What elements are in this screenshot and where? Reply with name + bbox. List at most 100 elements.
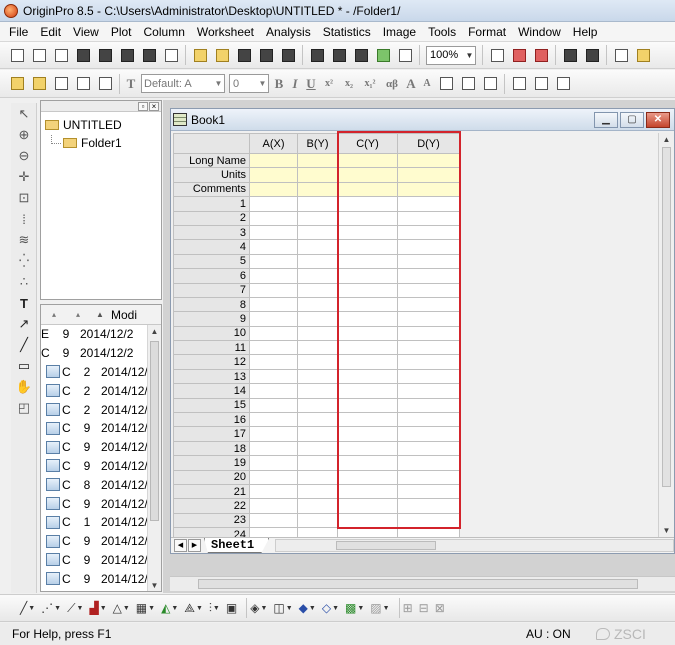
data-cell[interactable] [249, 340, 298, 356]
label-cell[interactable] [397, 181, 460, 198]
font-size-select[interactable]: 0 ▼ [229, 74, 269, 93]
data-cell[interactable] [337, 224, 398, 241]
merge-icon[interactable] [74, 75, 92, 93]
corner-cell[interactable] [173, 133, 250, 154]
data-cell[interactable] [297, 412, 338, 428]
data-cell[interactable] [249, 196, 298, 212]
row-header[interactable]: 2 [173, 210, 250, 226]
data-cell[interactable] [249, 512, 298, 529]
menu-edit[interactable]: Edit [34, 22, 67, 42]
data-cell[interactable] [249, 412, 298, 428]
data-cell[interactable] [337, 253, 398, 270]
data-cell[interactable] [297, 397, 338, 414]
data-cell[interactable] [397, 469, 460, 485]
row-header[interactable]: Comments [173, 181, 250, 198]
list-item[interactable]: C 2 2014/12/2 [41, 363, 161, 382]
data-cell[interactable] [397, 412, 460, 428]
menu-worksheet[interactable]: Worksheet [191, 22, 260, 42]
row-header[interactable]: Long Name [173, 152, 250, 169]
data-cell[interactable] [397, 483, 460, 500]
paint-icon[interactable] [30, 75, 48, 93]
scroll-thumb[interactable] [662, 147, 671, 487]
data-cell[interactable] [297, 268, 338, 284]
3d-surface-icon[interactable]: ◈ ▼ [250, 599, 267, 617]
sort-icon[interactable]: ▴ [67, 310, 89, 319]
row-header[interactable]: Units [173, 167, 250, 183]
data-cell[interactable] [297, 311, 338, 327]
new-notes-icon[interactable] [162, 46, 180, 64]
column-header-modified[interactable]: Modi [111, 308, 151, 322]
merge-graph-icon[interactable]: ⊟ [419, 599, 429, 617]
scatter-select-icon[interactable]: ∴ [13, 272, 35, 292]
new-excel-icon[interactable] [52, 46, 70, 64]
layer-icon[interactable] [52, 75, 70, 93]
data-cell[interactable] [337, 368, 398, 385]
mask-icon[interactable]: ≋ [13, 230, 35, 250]
screen-reader-icon[interactable]: ⊡ [13, 188, 35, 208]
data-cell[interactable] [397, 296, 460, 313]
save-template-icon[interactable] [257, 46, 275, 64]
data-cell[interactable] [297, 196, 338, 212]
text-tool-icon[interactable]: T [13, 293, 35, 313]
stock-plot-icon[interactable]: ⫶ ▼ [209, 599, 220, 617]
project-explorer-icon[interactable] [612, 46, 630, 64]
label-cell[interactable] [337, 167, 398, 183]
new-project-icon[interactable] [8, 46, 26, 64]
code-builder-icon[interactable] [532, 46, 550, 64]
row-header[interactable]: 20 [173, 469, 250, 485]
import-icon[interactable] [308, 46, 326, 64]
open-template-icon[interactable] [213, 46, 231, 64]
data-cell[interactable] [337, 282, 398, 298]
data-cell[interactable] [397, 426, 460, 442]
workbook-title-bar[interactable]: Book1 ▁ ▢ ✕ [171, 109, 674, 131]
data-cell[interactable] [249, 325, 298, 342]
menu-window[interactable]: Window [512, 22, 567, 42]
specialized-plot-icon[interactable]: ◭ ▼ [161, 599, 178, 617]
line-color-icon[interactable] [532, 75, 550, 93]
row-header[interactable]: 18 [173, 440, 250, 457]
data-cell[interactable] [397, 368, 460, 385]
list-item[interactable]: C 2 2014/12/2 [41, 400, 161, 419]
list-item[interactable]: C 9 2014/12/2 [41, 438, 161, 457]
superscript-button[interactable]: x² [319, 78, 339, 89]
data-cell[interactable] [337, 469, 398, 485]
label-cell[interactable] [397, 167, 460, 183]
close-icon[interactable]: ✕ [646, 112, 670, 128]
row-header[interactable]: 23 [173, 512, 250, 529]
data-cell[interactable] [397, 311, 460, 327]
data-cell[interactable] [337, 512, 398, 529]
font-name-select[interactable]: Default: A ▼ [141, 74, 225, 93]
data-cell[interactable] [249, 498, 298, 514]
zoom-in-icon[interactable]: ⊕ [13, 125, 35, 145]
import-multiple-icon[interactable] [330, 46, 348, 64]
scroll-down-icon[interactable]: ▼ [148, 579, 161, 591]
fill-color-icon[interactable] [510, 75, 528, 93]
line-plot-icon[interactable]: ╱ ▼ [20, 599, 35, 617]
decrease-font-button[interactable]: A [419, 78, 435, 89]
add-layer-icon[interactable]: ⊠ [435, 599, 445, 617]
data-cell[interactable] [249, 210, 298, 226]
list-item[interactable]: C 9 2014/12/2 [41, 569, 161, 588]
menu-column[interactable]: Column [138, 22, 191, 42]
data-cell[interactable] [249, 397, 298, 414]
list-item[interactable]: C 9 2014/12/2 [41, 532, 161, 551]
data-cell[interactable] [249, 296, 298, 313]
row-header[interactable]: 7 [173, 282, 250, 298]
scroll-thumb[interactable] [336, 541, 437, 550]
data-cell[interactable] [249, 469, 298, 485]
sheet-next-icon[interactable]: ▶ [188, 539, 201, 552]
label-cell[interactable] [337, 181, 398, 198]
data-cell[interactable] [337, 383, 398, 399]
increase-font-button[interactable]: A [403, 76, 419, 92]
label-cell[interactable] [297, 167, 338, 183]
data-cell[interactable] [249, 440, 298, 457]
workspace-hscrollbar[interactable] [170, 576, 675, 591]
list-item[interactable]: E 9 2014/12/2 [41, 325, 161, 344]
data-cell[interactable] [337, 412, 398, 428]
row-header[interactable]: 19 [173, 455, 250, 471]
column-plot-icon[interactable]: ▟ ▼ [89, 599, 106, 617]
subscript-button[interactable]: x₂ [339, 78, 359, 89]
font-color-icon[interactable] [481, 75, 499, 93]
data-cell[interactable] [337, 354, 398, 370]
hand-icon[interactable]: ✋ [13, 377, 35, 397]
